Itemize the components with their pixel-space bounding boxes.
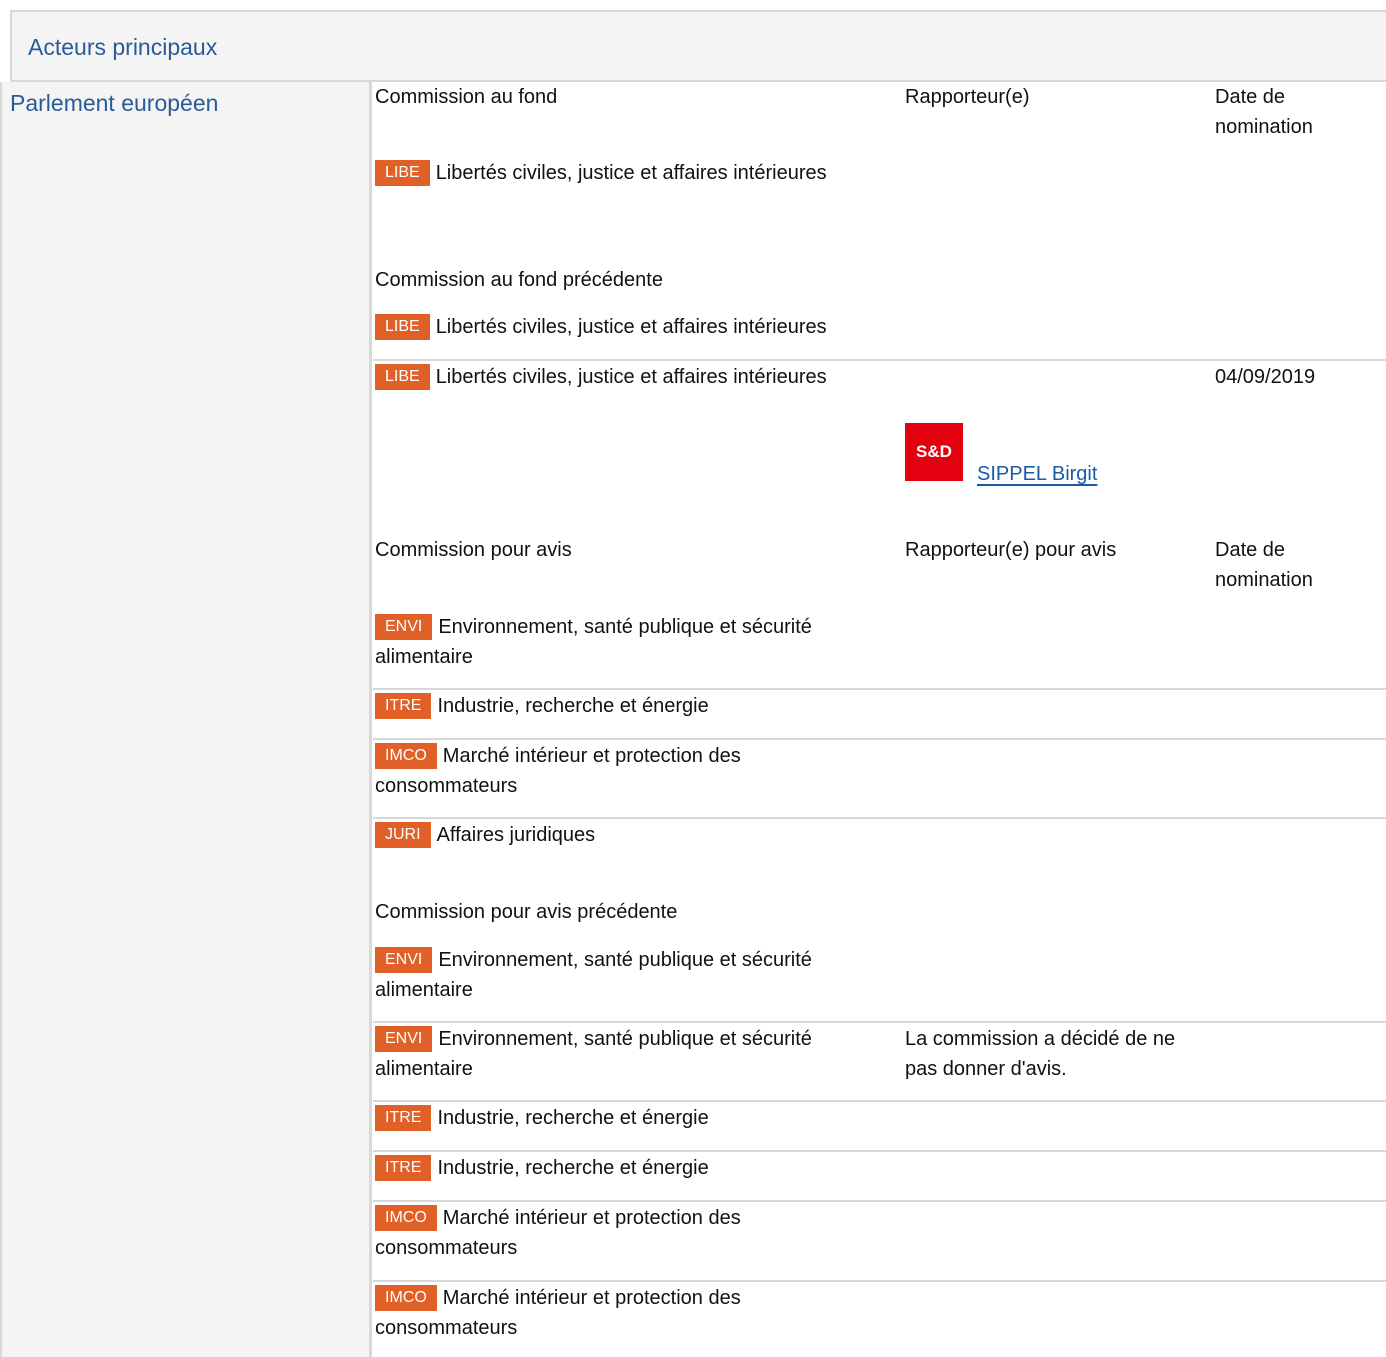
committee-row: ENVI Environnement, santé publique et séc… [375,1024,812,1084]
committee-code-badge[interactable]: ENVI [375,947,433,973]
header-committee-lead-previous: Commission au fond précédente [375,269,663,291]
committee-code-badge[interactable]: ENVI [375,1026,433,1052]
committee-name: Libertés civiles, justice et affaires in… [435,366,827,388]
rapporteur-link[interactable]: SIPPEL Birgit [977,463,1097,485]
committee-row: IMCO Marché intérieur et protection des c… [375,1203,741,1263]
committee-row: ENVI Environnement, santé publique et séc… [375,612,812,672]
committee-name-cont: consommateurs [375,1237,518,1259]
committee-name: Marché intérieur et protection des [442,1207,741,1229]
committee-row: LIBE Libertés civiles, justice et affaire… [375,362,827,392]
committee-name: Industrie, recherche et énergie [437,1107,709,1129]
committee-code-badge[interactable]: ITRE [375,1155,432,1181]
committee-row: IMCO Marché intérieur et protection des c… [375,741,741,801]
header-date-nomination-2: Date de nomination [1215,539,1313,591]
committee-name: Environnement, santé publique et sécurit… [438,616,812,638]
committee-name-cont: alimentaire [375,979,473,1001]
committee-name: Marché intérieur et protection des [442,1287,741,1309]
committee-code-badge[interactable]: ITRE [375,1105,432,1131]
committee-row: ENVI Environnement, santé publique et séc… [375,945,812,1005]
row-divider [373,1100,1386,1102]
committee-row: LIBE Libertés civiles, justice et affaire… [375,158,827,188]
committee-name: Environnement, santé publique et sécurit… [438,949,812,971]
committee-name-cont: consommateurs [375,775,518,797]
committee-name: Libertés civiles, justice et affaires in… [435,316,827,338]
committee-name: Libertés civiles, justice et affaires in… [435,162,827,184]
committee-row: JURI Affaires juridiques [375,820,595,850]
committee-code-badge[interactable]: ITRE [375,693,432,719]
institution-column: Parlement européen [0,82,372,1357]
row-divider [373,738,1386,740]
row-divider [373,1200,1386,1202]
row-divider [373,359,1386,361]
header-rapporteur-opinion: Rapporteur(e) pour avis [905,539,1117,561]
committee-code-badge[interactable]: JURI [375,822,431,848]
committee-name: Affaires juridiques [436,824,596,846]
procedure-actors-page: Acteurs principaux Parlement européen Co… [0,0,1386,1357]
committee-name-cont: alimentaire [375,646,473,668]
section-header: Acteurs principaux [10,10,1386,82]
committee-code-badge[interactable]: LIBE [375,160,430,186]
row-divider [373,688,1386,690]
committee-code-badge[interactable]: LIBE [375,364,430,390]
committee-name: Industrie, recherche et énergie [437,1157,709,1179]
header-date-nomination-1: Date de nomination [1215,86,1313,138]
committee-name-cont: alimentaire [375,1058,473,1080]
section-title: Acteurs principaux [28,34,218,60]
header-committee-opinion: Commission pour avis [375,539,572,561]
rapporteur-row: SIPPEL Birgit [977,459,1097,489]
committee-name-cont: consommateurs [375,1317,518,1339]
committee-code-badge[interactable]: IMCO [375,1205,437,1231]
header-committee-lead: Commission au fond [375,86,558,108]
group-logo: S&D [905,423,963,481]
committee-code-badge[interactable]: IMCO [375,743,437,769]
committee-name: Marché intérieur et protection des [442,745,741,767]
row-divider [373,817,1386,819]
committee-code-badge[interactable]: IMCO [375,1285,437,1311]
row-divider [373,1021,1386,1023]
committee-name: Environnement, santé publique et sécurit… [438,1028,812,1050]
header-committee-opinion-previous: Commission pour avis précédente [375,901,678,923]
committee-row: ITRE Industrie, recherche et énergie [375,1103,709,1133]
committee-code-badge[interactable]: LIBE [375,314,430,340]
committee-row: IMCO Marché intérieur et protection des c… [375,1283,741,1343]
row-divider [373,1150,1386,1152]
committee-name: Industrie, recherche et énergie [437,695,709,717]
nomination-date: 04/09/2019 [1215,366,1316,388]
header-rapporteur: Rapporteur(e) [905,86,1030,108]
committee-row: LIBE Libertés civiles, justice et affaire… [375,312,827,342]
institution-name: Parlement européen [10,90,219,116]
committee-row: ITRE Industrie, recherche et énergie [375,691,709,721]
committee-row: ITRE Industrie, recherche et énergie [375,1153,709,1183]
no-opinion-note: La commission a décidé de ne pas donner d… [905,1028,1176,1080]
committee-code-badge[interactable]: ENVI [375,614,433,640]
row-divider [373,1280,1386,1282]
